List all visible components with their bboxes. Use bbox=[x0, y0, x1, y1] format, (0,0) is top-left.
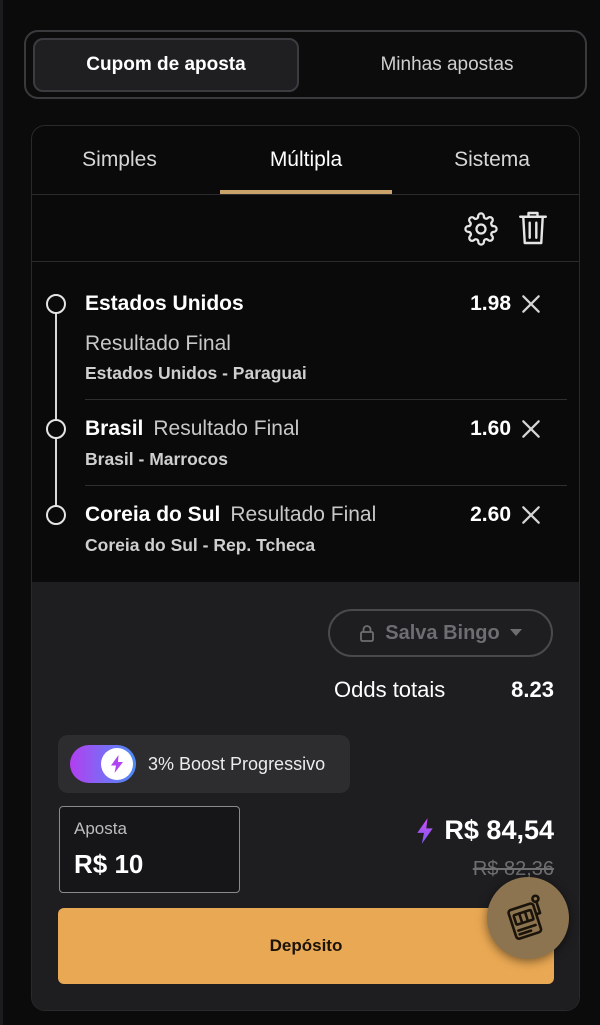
lightning-icon bbox=[111, 755, 123, 773]
tab-minhas-apostas[interactable]: Minhas apostas bbox=[316, 38, 578, 92]
payout-old-value: R$ 82,36 bbox=[472, 858, 554, 880]
selection-match: Estados Unidos - Paraguai bbox=[85, 363, 307, 383]
slip-mode-switch: Cupom de aposta Minhas apostas bbox=[24, 30, 587, 99]
close-icon[interactable] bbox=[520, 293, 542, 315]
boost-progressivo: 3% Boost Progressivo bbox=[58, 735, 350, 793]
selection-divider bbox=[85, 399, 567, 400]
bet-type-tabs: Simples Múltipla Sistema bbox=[32, 126, 579, 195]
bet-slip-page: Cupom de aposta Minhas apostas Simples M… bbox=[0, 0, 600, 1025]
salva-bingo-dropdown[interactable]: Salva Bingo bbox=[328, 609, 553, 657]
selections-list: Estados Unidos 1.98 Resultado Final Esta… bbox=[32, 263, 579, 581]
lock-icon bbox=[360, 625, 375, 642]
chevron-down-icon bbox=[509, 629, 522, 636]
total-odds-label: Odds totais bbox=[334, 677, 446, 702]
active-tab-indicator bbox=[220, 190, 392, 194]
selection-pick: Estados Unidos bbox=[85, 292, 244, 315]
selection-odds: 1.60 bbox=[470, 417, 511, 440]
close-icon[interactable] bbox=[520, 504, 542, 526]
selection-divider bbox=[85, 485, 567, 486]
selection-pick: Coreia do Sul Resultado Final bbox=[85, 503, 376, 527]
tab-multipla[interactable]: Múltipla bbox=[220, 148, 392, 172]
selection-pick-name: Brasil bbox=[85, 417, 144, 440]
close-icon[interactable] bbox=[520, 418, 542, 440]
payout-value: R$ 84,54 bbox=[444, 815, 554, 845]
selection-odds: 1.98 bbox=[470, 292, 511, 315]
selection-odds: 2.60 bbox=[470, 503, 511, 526]
deposit-button[interactable]: Depósito bbox=[58, 908, 554, 984]
selection-pick-name: Coreia do Sul bbox=[85, 503, 221, 526]
tab-sistema[interactable]: Sistema bbox=[427, 148, 557, 172]
boost-label: 3% Boost Progressivo bbox=[148, 754, 326, 774]
selection-market: Resultado Final bbox=[85, 332, 231, 355]
trash-icon[interactable] bbox=[518, 210, 548, 246]
potential-payout: R$ 84,54 bbox=[416, 815, 554, 846]
selection-node bbox=[46, 419, 66, 439]
boost-toggle[interactable] bbox=[70, 745, 136, 783]
slot-machine-icon bbox=[507, 894, 543, 940]
selection-pick: Brasil Resultado Final bbox=[85, 417, 299, 441]
selection-match: Brasil - Marrocos bbox=[85, 449, 228, 469]
gear-icon[interactable] bbox=[464, 212, 498, 246]
stake-input[interactable]: Aposta R$ 10 bbox=[59, 806, 240, 893]
stake-label: Aposta bbox=[74, 819, 127, 838]
slip-toolbar bbox=[32, 196, 579, 262]
total-odds-value: 8.23 bbox=[511, 677, 554, 702]
selection-market: Resultado Final bbox=[153, 417, 300, 440]
selections-timeline bbox=[55, 303, 57, 517]
selection-node bbox=[46, 294, 66, 314]
boost-toggle-knob bbox=[101, 748, 133, 780]
lightning-icon bbox=[417, 817, 434, 844]
left-edge-border bbox=[0, 0, 3, 1025]
tab-simples[interactable]: Simples bbox=[52, 148, 187, 172]
selection-market: Resultado Final bbox=[230, 503, 377, 526]
selection-node bbox=[46, 505, 66, 525]
salva-bingo-label: Salva Bingo bbox=[385, 621, 500, 644]
bet-slip-card: Simples Múltipla Sistema Estados Unidos … bbox=[31, 125, 580, 1011]
slot-machine-button[interactable] bbox=[487, 877, 569, 959]
stake-value: R$ 10 bbox=[74, 849, 144, 879]
selection-match: Coreia do Sul - Rep. Tcheca bbox=[85, 535, 316, 555]
tab-cupom-de-aposta[interactable]: Cupom de aposta bbox=[33, 38, 299, 92]
